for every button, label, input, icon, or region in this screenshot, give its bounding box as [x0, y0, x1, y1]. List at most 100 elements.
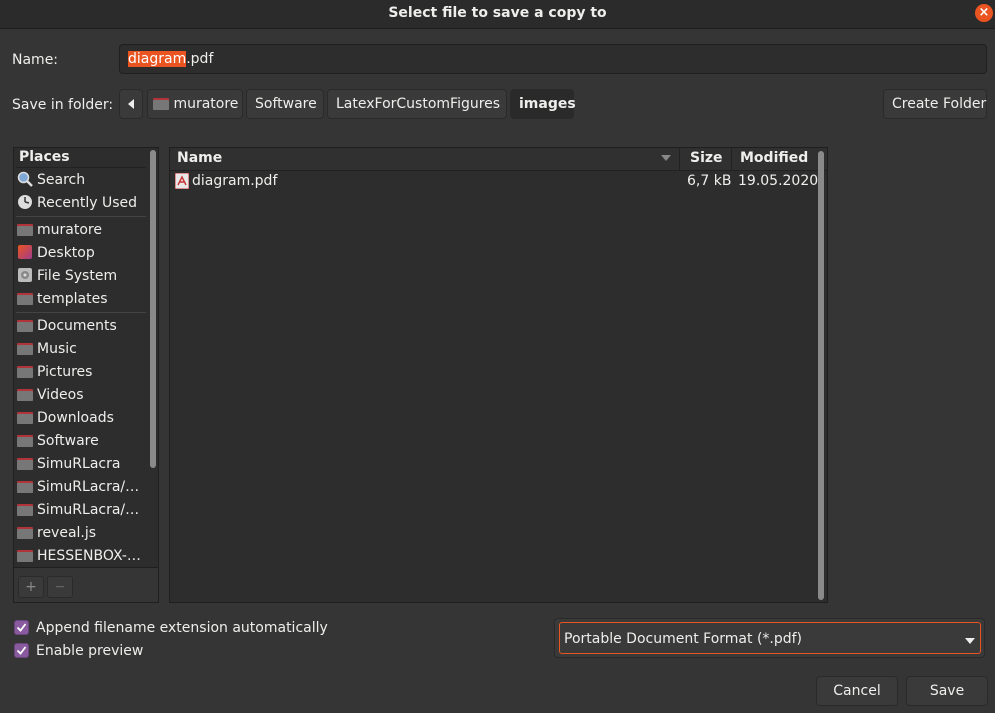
sidebar-item-file-system[interactable]: File System: [17, 265, 147, 287]
path-back-button[interactable]: [119, 89, 143, 119]
file-size: 6,7 kB: [687, 173, 732, 189]
sidebar-item-label: Desktop: [37, 245, 95, 261]
sidebar-item-desktop[interactable]: Desktop: [17, 242, 147, 264]
sidebar-item-videos[interactable]: Videos: [17, 384, 147, 406]
places-sidebar: Places Search Recently Used muratore Des…: [13, 147, 159, 603]
name-label: Name:: [12, 52, 59, 68]
places-scrollbar[interactable]: [150, 150, 156, 468]
sidebar-item-revealjs[interactable]: reveal.js: [17, 522, 147, 544]
crumb-label: images: [519, 96, 576, 112]
crumb-label: Software: [255, 96, 317, 112]
minus-icon: —: [55, 582, 65, 592]
sidebar-item-hessenbox[interactable]: HESSENBOX-…: [17, 545, 147, 567]
remove-bookmark-button[interactable]: —: [47, 576, 73, 598]
filename-selection: diagram: [128, 51, 187, 67]
folder-icon: [17, 504, 33, 516]
sidebar-item-label: SimuRLacra/…: [37, 479, 140, 495]
sidebar-item-label: SimuRLacra: [37, 456, 121, 472]
column-header-modified[interactable]: Modified: [732, 148, 814, 170]
save-button[interactable]: Save: [906, 676, 988, 706]
sidebar-item-label: Pictures: [37, 364, 93, 380]
checkmark-icon: [16, 646, 27, 655]
enable-preview-checkbox[interactable]: [14, 643, 29, 658]
sidebar-item-label: HESSENBOX-…: [37, 548, 141, 564]
column-header-label: Name: [177, 150, 223, 166]
file-type-select[interactable]: Portable Document Format (*.pdf): [554, 618, 985, 658]
file-list-scrollbar[interactable]: [818, 151, 824, 600]
sidebar-item-label: muratore: [37, 222, 102, 238]
append-extension-label[interactable]: Append filename extension automatically: [36, 620, 328, 636]
sidebar-item-simurlacra-sub1[interactable]: SimuRLacra/…: [17, 476, 147, 498]
sidebar-item-label: reveal.js: [37, 525, 97, 541]
path-crumb-images[interactable]: images: [510, 89, 576, 119]
path-crumb-muratore[interactable]: muratore: [147, 89, 243, 119]
sidebar-item-label: templates: [37, 291, 108, 307]
sidebar-item-label: File System: [37, 268, 118, 284]
sidebar-item-label: Videos: [37, 387, 84, 403]
cancel-button[interactable]: Cancel: [816, 676, 898, 706]
folder-icon: [17, 550, 33, 562]
filename-rest: .pdf: [186, 51, 214, 67]
column-header-size[interactable]: Size: [680, 148, 732, 170]
divider: [16, 312, 146, 313]
add-bookmark-button[interactable]: +: [18, 576, 44, 598]
sidebar-item-documents[interactable]: Documents: [17, 315, 147, 337]
file-row[interactable]: diagram.pdf 6,7 kB 19.05.2020: [170, 170, 819, 192]
search-icon: [17, 171, 33, 187]
sidebar-item-software[interactable]: Software: [17, 430, 147, 452]
sidebar-item-label: Music: [37, 341, 77, 357]
title-bar: Select file to save a copy to ×: [0, 0, 995, 29]
folder-icon: [17, 527, 33, 539]
append-extension-checkbox[interactable]: [14, 620, 29, 635]
divider: [16, 167, 146, 168]
folder-icon: [17, 366, 33, 378]
sidebar-item-templates[interactable]: templates: [17, 288, 147, 310]
sidebar-item-muratore[interactable]: muratore: [17, 219, 147, 241]
folder-icon: [17, 481, 33, 493]
close-button[interactable]: ×: [975, 4, 993, 22]
sidebar-item-simurlacra-sub2[interactable]: SimuRLacra/…: [17, 499, 147, 521]
sidebar-item-music[interactable]: Music: [17, 338, 147, 360]
drive-icon: [18, 268, 32, 282]
sidebar-item-label: Downloads: [37, 410, 114, 426]
filename-input[interactable]: diagram.pdf: [119, 44, 987, 74]
file-type-focus-ring: Portable Document Format (*.pdf): [559, 622, 981, 654]
sidebar-item-label: Documents: [37, 318, 117, 334]
file-modified: 19.05.2020: [738, 173, 819, 189]
folder-icon: [17, 320, 33, 332]
folder-icon: [153, 98, 169, 110]
enable-preview-label[interactable]: Enable preview: [36, 643, 143, 659]
sidebar-item-label: Recently Used: [37, 195, 138, 211]
folder-icon: [17, 389, 33, 401]
sort-down-icon: [661, 155, 671, 161]
sidebar-item-label: SimuRLacra/…: [37, 502, 140, 518]
pdf-file-icon: [175, 173, 189, 189]
sidebar-item-label: Search: [37, 172, 86, 188]
file-name: diagram.pdf: [192, 173, 278, 189]
path-crumb-latexforcustomfigures[interactable]: LatexForCustomFigures: [327, 89, 507, 119]
divider: [16, 216, 146, 217]
column-header-name[interactable]: Name: [170, 148, 680, 170]
sidebar-item-label: Software: [37, 433, 99, 449]
close-icon: ×: [978, 5, 990, 20]
chevron-down-icon: [965, 638, 975, 644]
folder-icon: [17, 435, 33, 447]
crumb-label: LatexForCustomFigures: [336, 96, 501, 112]
places-header: Places: [19, 149, 70, 165]
dialog-title: Select file to save a copy to: [388, 5, 607, 21]
chevron-left-icon: [128, 99, 134, 109]
path-crumb-software[interactable]: Software: [246, 89, 324, 119]
folder-icon: [17, 293, 33, 305]
crumb-label: muratore: [173, 96, 239, 112]
checkmark-icon: [16, 623, 27, 632]
sidebar-item-simurlacra[interactable]: SimuRLacra: [17, 453, 147, 475]
sidebar-item-recently-used[interactable]: Recently Used: [17, 192, 147, 214]
folder-icon: [17, 343, 33, 355]
sidebar-item-pictures[interactable]: Pictures: [17, 361, 147, 383]
file-type-value: Portable Document Format (*.pdf): [564, 631, 803, 647]
sidebar-item-downloads[interactable]: Downloads: [17, 407, 147, 429]
sidebar-item-search[interactable]: Search: [17, 169, 147, 191]
create-folder-button[interactable]: Create Folder: [883, 89, 987, 119]
folder-icon: [17, 412, 33, 424]
file-list: Name Size Modified diagram.pdf 6,7 kB 19…: [169, 147, 828, 603]
